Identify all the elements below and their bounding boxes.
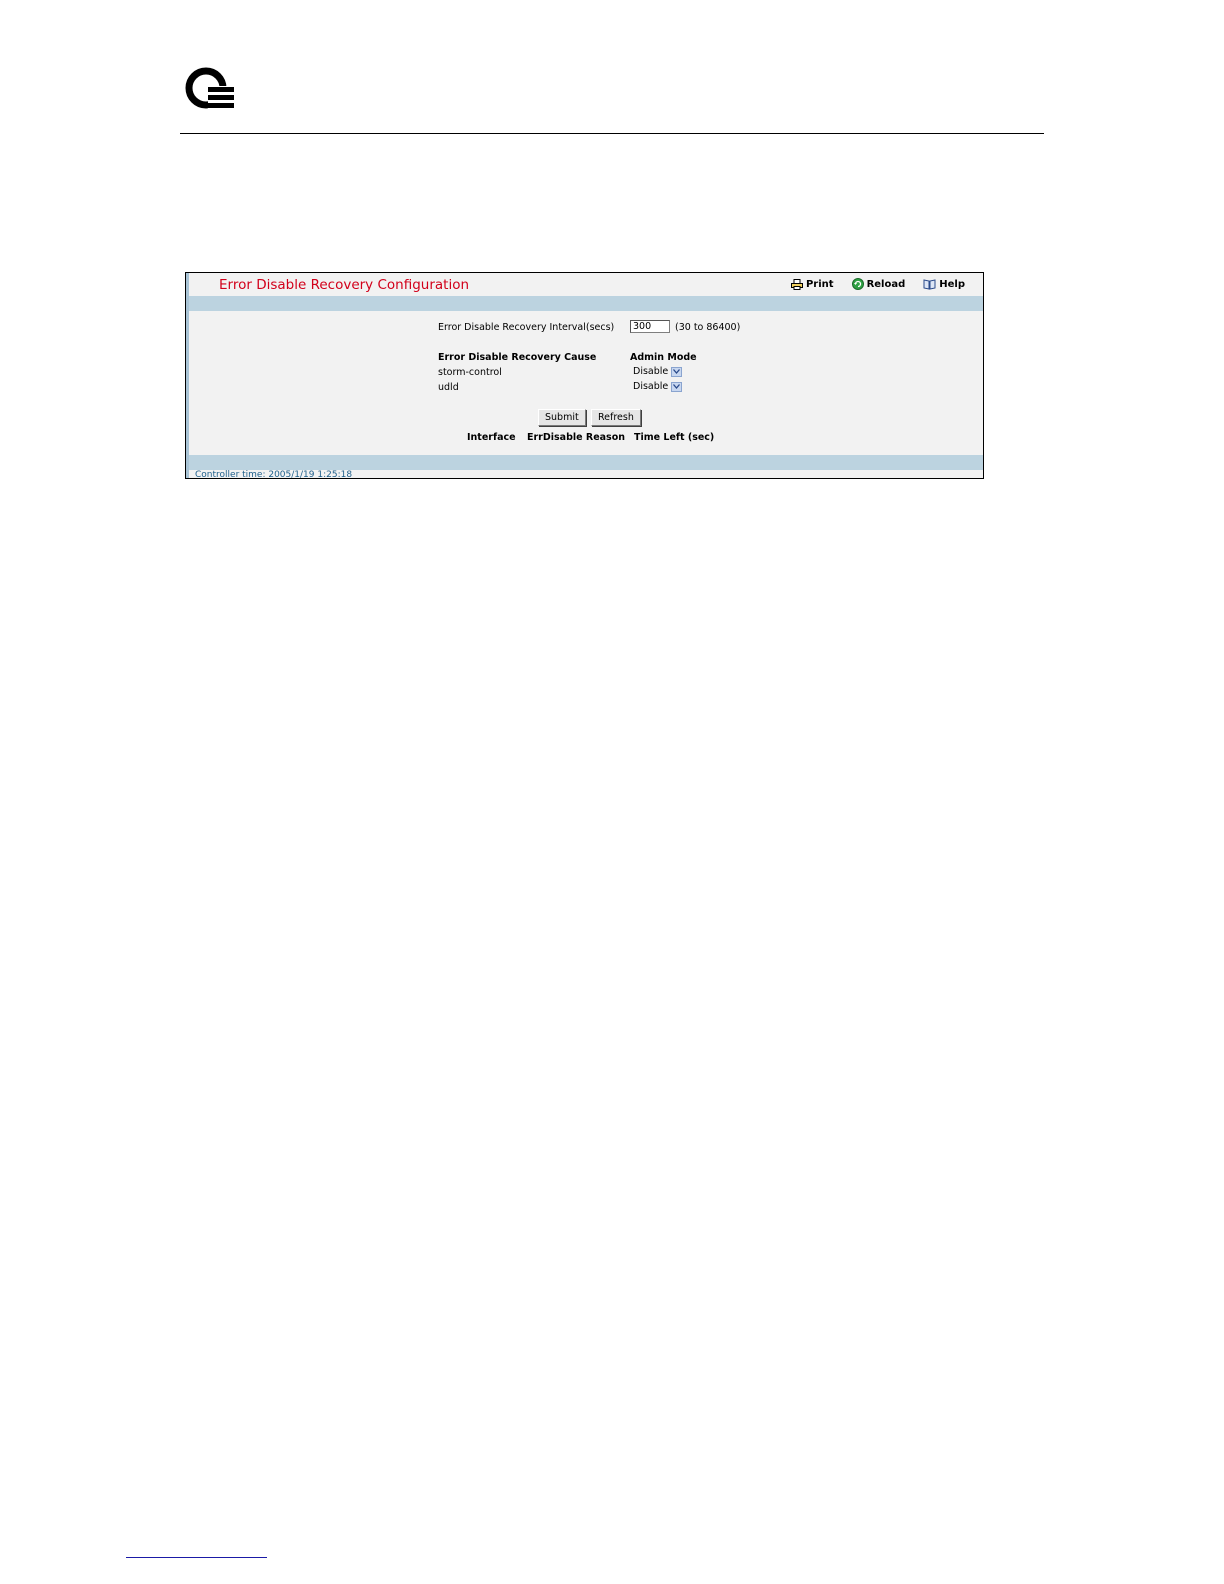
reload-icon (851, 278, 864, 290)
cause-name: udld (438, 382, 459, 393)
footer-link-line (126, 1557, 267, 1558)
print-button[interactable]: Print (790, 278, 834, 290)
print-label: Print (805, 278, 834, 290)
refresh-button[interactable]: Refresh (591, 409, 641, 426)
help-book-icon (923, 278, 936, 290)
help-label: Help (939, 278, 965, 290)
header-divider (180, 133, 1044, 134)
storm-control-mode-select[interactable]: Disable (633, 366, 683, 377)
printer-icon (790, 278, 803, 290)
interval-input[interactable] (630, 320, 670, 333)
interval-range: (30 to 86400) (675, 322, 741, 333)
select-value: Disable (633, 381, 669, 392)
udld-mode-select[interactable]: Disable (633, 381, 683, 392)
controller-time: Controller time: 2005/1/19 1:25:18 (195, 470, 353, 479)
header-band (189, 296, 983, 311)
help-button[interactable]: Help (923, 278, 965, 290)
select-value: Disable (633, 366, 669, 377)
reload-label: Reload (866, 278, 906, 290)
cause-name: storm-control (438, 367, 502, 378)
admin-mode-header: Admin Mode (630, 352, 697, 363)
column-header-time-left: Time Left (sec) (634, 432, 715, 443)
column-header-interface: Interface (467, 432, 516, 443)
chevron-down-icon[interactable] (671, 381, 683, 392)
interval-label: Error Disable Recovery Interval(secs) (438, 322, 615, 333)
submit-button[interactable]: Submit (538, 409, 586, 426)
page-title: Error Disable Recovery Configuration (219, 277, 470, 293)
cause-header: Error Disable Recovery Cause (438, 352, 597, 363)
config-panel: Error Disable Recovery Configuration Pri… (185, 272, 984, 479)
column-header-reason: ErrDisable Reason (527, 432, 625, 443)
toolbar: Print Reload Help (790, 278, 965, 290)
chevron-down-icon[interactable] (671, 366, 683, 377)
reload-button[interactable]: Reload (851, 278, 906, 290)
footer-band (189, 455, 983, 470)
company-logo (184, 66, 240, 114)
